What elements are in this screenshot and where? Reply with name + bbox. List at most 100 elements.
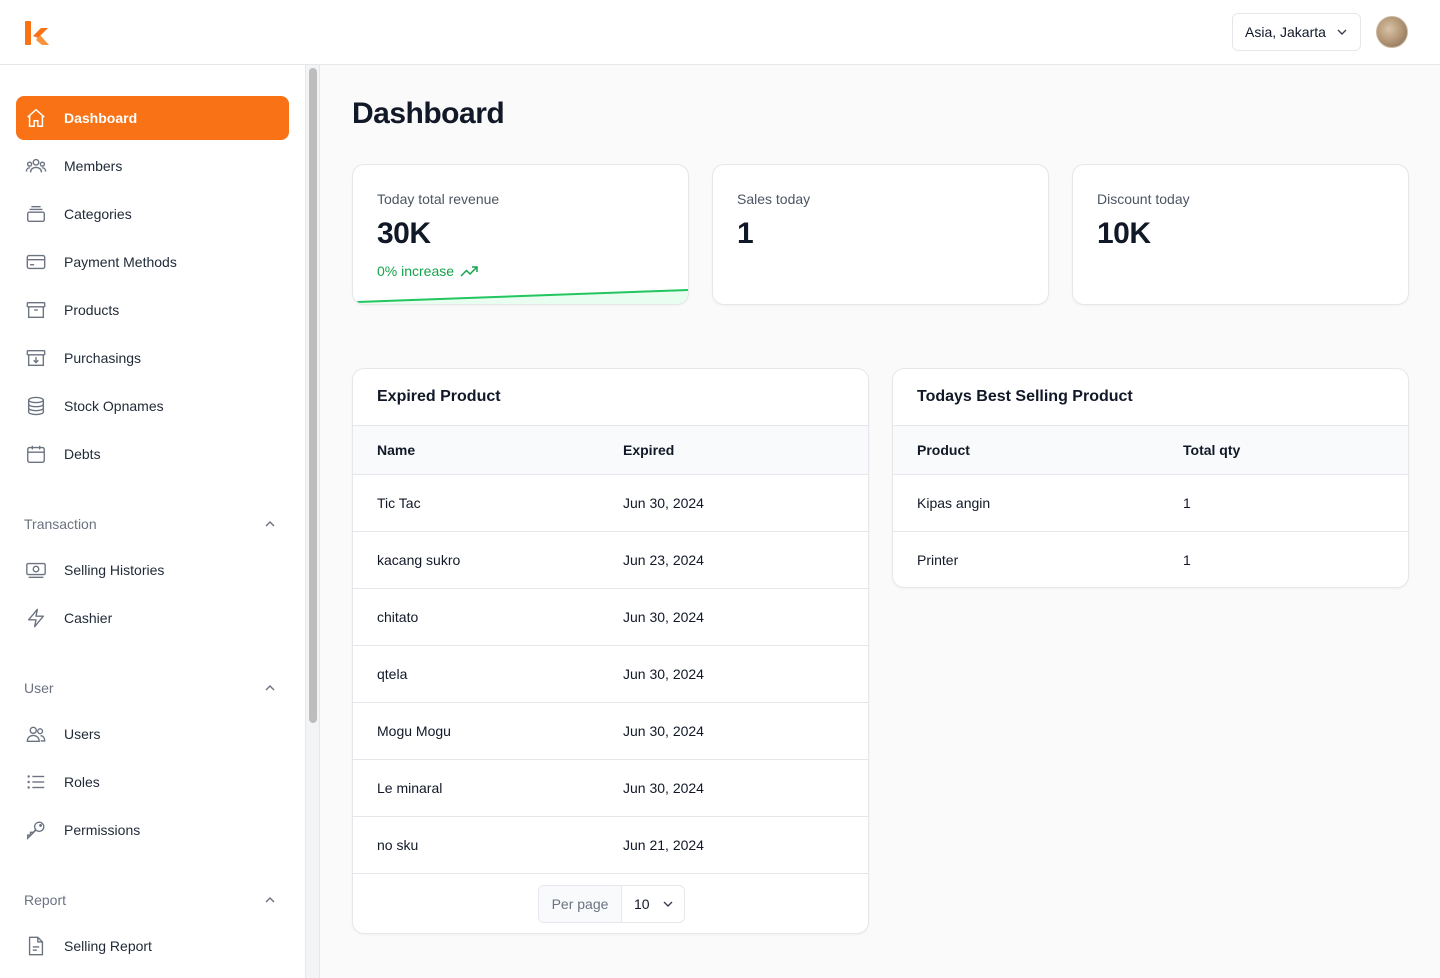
sidebar-item-label: Categories xyxy=(64,206,132,222)
chevron-down-icon xyxy=(1337,29,1347,35)
k-logo-icon[interactable] xyxy=(24,20,50,46)
per-page-label: Per page xyxy=(539,886,622,922)
trend-text: 0% increase xyxy=(377,263,455,279)
sidebar-item-users[interactable]: Users xyxy=(16,712,289,756)
sidebar-item-label: Dashboard xyxy=(64,110,138,126)
group-user[interactable]: User xyxy=(24,678,280,698)
cell-name: Tic Tac xyxy=(353,474,623,532)
sidebar-item-categories[interactable]: Categories xyxy=(16,192,289,236)
cell-product: Kipas angin xyxy=(893,474,1183,532)
table-row[interactable]: kacang sukro Jun 23, 2024 xyxy=(353,531,868,589)
per-page-select[interactable]: 10 xyxy=(622,886,684,922)
sidebar-item-cashier[interactable]: Cashier xyxy=(16,596,289,640)
table-row[interactable]: Printer 1 xyxy=(893,532,1408,588)
column-header-total-qty[interactable]: Total qty xyxy=(1183,425,1408,475)
top-bar: Asia, Jakarta xyxy=(0,0,1440,65)
sidebar-item-label: Cashier xyxy=(64,610,113,626)
key-icon xyxy=(24,818,48,842)
sidebar-scrollbar[interactable] xyxy=(306,65,320,978)
cell-name: chitato xyxy=(353,588,623,646)
table-row[interactable]: Le minaral Jun 30, 2024 xyxy=(353,759,868,817)
trending-up-icon xyxy=(460,266,478,277)
sidebar-item-label: Users xyxy=(64,726,101,742)
expired-product-card: Expired Product Name Expired Tic Tac Jun … xyxy=(352,368,869,934)
table-header-row: Product Total qty xyxy=(893,425,1408,475)
revenue-sparkline xyxy=(356,289,688,304)
cell-name: kacang sukro xyxy=(353,531,623,589)
best-selling-card: Todays Best Selling Product Product Tota… xyxy=(892,368,1409,588)
timezone-select[interactable]: Asia, Jakarta xyxy=(1232,13,1361,51)
scrollbar-thumb[interactable] xyxy=(309,68,317,723)
stack-icon xyxy=(24,202,48,226)
group-transaction[interactable]: Transaction xyxy=(24,514,280,534)
database-icon xyxy=(24,394,48,418)
stat-card-revenue: Today total revenue 30K 0% increase xyxy=(352,164,689,305)
sidebar-item-debts[interactable]: Debts xyxy=(16,432,289,476)
table-row[interactable]: Kipas angin 1 xyxy=(893,474,1408,532)
cell-name: Le minaral xyxy=(353,759,623,817)
home-icon xyxy=(24,106,48,130)
card-title: Todays Best Selling Product xyxy=(917,388,1133,405)
timezone-value: Asia, Jakarta xyxy=(1245,24,1326,40)
sidebar-item-label: Members xyxy=(64,158,123,174)
stat-trend: 0% increase xyxy=(377,263,478,279)
stat-value: 10K xyxy=(1097,217,1151,250)
group-label: User xyxy=(24,680,54,696)
cell-expired: Jun 30, 2024 xyxy=(623,759,868,817)
table-row[interactable]: qtela Jun 30, 2024 xyxy=(353,645,868,703)
sidebar-item-members[interactable]: Members xyxy=(16,144,289,188)
column-header-expired[interactable]: Expired xyxy=(623,425,868,475)
users-group-icon xyxy=(24,154,48,178)
sidebar-item-label: Selling Report xyxy=(64,938,152,954)
stat-label: Today total revenue xyxy=(377,191,500,207)
sidebar-item-label: Permissions xyxy=(64,822,141,838)
card-title: Expired Product xyxy=(377,388,501,405)
stat-value: 30K xyxy=(377,217,431,250)
sidebar-item-selling-histories[interactable]: Selling Histories xyxy=(16,548,289,592)
table-row[interactable]: Mogu Mogu Jun 30, 2024 xyxy=(353,702,868,760)
cell-qty: 1 xyxy=(1183,474,1408,532)
table-row[interactable]: chitato Jun 30, 2024 xyxy=(353,588,868,646)
sidebar-item-label: Debts xyxy=(64,446,101,462)
cell-expired: Jun 30, 2024 xyxy=(623,588,868,646)
column-header-name[interactable]: Name xyxy=(353,425,623,475)
table-header-row: Name Expired xyxy=(353,425,868,475)
stat-label: Sales today xyxy=(737,191,811,207)
sidebar: Dashboard Members Categories Payment Met… xyxy=(0,65,306,978)
table-row[interactable]: no sku Jun 21, 2024 xyxy=(353,816,868,874)
sidebar-item-stock-opnames[interactable]: Stock Opnames xyxy=(16,384,289,428)
banknotes-icon xyxy=(24,558,48,582)
sidebar-item-payment-methods[interactable]: Payment Methods xyxy=(16,240,289,284)
sidebar-item-label: Stock Opnames xyxy=(64,398,164,414)
chevron-up-icon xyxy=(265,521,275,527)
document-icon xyxy=(24,934,48,958)
credit-card-icon xyxy=(24,250,48,274)
cell-name: qtela xyxy=(353,645,623,703)
cell-expired: Jun 23, 2024 xyxy=(623,531,868,589)
sidebar-item-products[interactable]: Products xyxy=(16,288,289,332)
sidebar-item-label: Roles xyxy=(64,774,100,790)
bolt-icon xyxy=(24,606,48,630)
cell-name: Mogu Mogu xyxy=(353,702,623,760)
sidebar-item-label: Payment Methods xyxy=(64,254,177,270)
page-title: Dashboard xyxy=(352,97,505,130)
sidebar-item-dashboard[interactable]: Dashboard xyxy=(16,96,289,140)
sidebar-item-purchasings[interactable]: Purchasings xyxy=(16,336,289,380)
sidebar-item-permissions[interactable]: Permissions xyxy=(16,808,289,852)
table-row[interactable]: Tic Tac Jun 30, 2024 xyxy=(353,474,868,532)
group-report[interactable]: Report xyxy=(24,890,280,910)
stat-value: 1 xyxy=(737,217,754,250)
sidebar-item-label: Purchasings xyxy=(64,350,142,366)
cell-expired: Jun 21, 2024 xyxy=(623,816,868,874)
user-avatar[interactable] xyxy=(1376,16,1408,48)
sidebar-item-selling-report[interactable]: Selling Report xyxy=(16,924,289,968)
chevron-down-icon xyxy=(663,901,673,907)
sidebar-item-roles[interactable]: Roles xyxy=(16,760,289,804)
per-page-value: 10 xyxy=(634,896,650,912)
calendar-icon xyxy=(24,442,48,466)
sidebar-item-label: Selling Histories xyxy=(64,562,165,578)
sidebar-item-label: Products xyxy=(64,302,120,318)
group-label: Transaction xyxy=(24,516,97,532)
column-header-product[interactable]: Product xyxy=(893,425,1183,475)
archive-box-icon xyxy=(24,298,48,322)
